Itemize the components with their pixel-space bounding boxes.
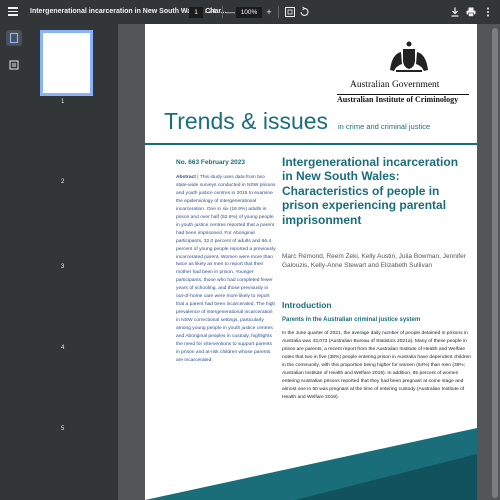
body-text: In the June quarter of 2021, the average… [282,331,471,400]
coat-of-arms-logo [390,41,428,72]
thumbnail-label: 1 [61,99,65,105]
abstract: Abstract | This study uses data from two… [176,174,276,365]
pdf-page: Australian Government Australian Institu… [145,24,477,500]
zoom-out-button[interactable]: — [226,6,235,18]
abstract-label: Abstract [176,175,196,180]
fit-page-icon[interactable] [284,6,296,18]
zoom-in-button[interactable]: + [264,6,274,18]
series-title: Trends & issues [164,108,329,134]
page-total: / 24 [205,8,216,15]
authors: Marc Rémond, Reem Zeki, Kelly Austin, Ju… [282,253,466,270]
thumbnail-label: 5 [61,426,65,432]
toolbar-divider [222,6,223,18]
page-thumbnail[interactable] [40,30,93,96]
institute-name: Australian Institute of Criminology [337,95,459,104]
print-icon[interactable] [465,6,477,18]
series-subtitle: in crime and criminal justice [338,122,431,131]
thumbnails-icon[interactable] [6,30,22,46]
rotate-icon[interactable] [298,6,310,18]
section-subheading: Parents in the Australian criminal justi… [282,317,421,323]
paper-title: Intergenerational incarceration in New S… [282,155,459,227]
zoom-level-input[interactable]: 100% [236,7,262,18]
pdf-toolbar: Intergenerational incarceration in New S… [0,0,500,24]
scrollbar[interactable] [490,24,500,500]
scrollbar-thumb[interactable] [492,28,498,498]
thumbnail-label: 4 [61,345,65,351]
divider [145,143,477,145]
issue-number: No. 663 February 2023 [176,159,246,166]
thumbnail-label: 3 [61,264,65,270]
more-icon[interactable] [484,6,492,18]
thumbnail-label: 2 [61,179,65,185]
toolbar-divider [278,6,279,18]
outline-icon[interactable] [9,57,19,70]
abstract-text: | This study uses data from two state-wi… [176,175,276,363]
government-name: Australian Government [350,80,440,90]
download-icon[interactable] [449,6,461,18]
page-number-input[interactable]: 1 [189,7,203,18]
menu-icon[interactable] [8,7,18,17]
section-heading: Introduction [282,300,332,310]
thumbnail-sidebar: 1 2 3 4 5 [0,24,118,500]
